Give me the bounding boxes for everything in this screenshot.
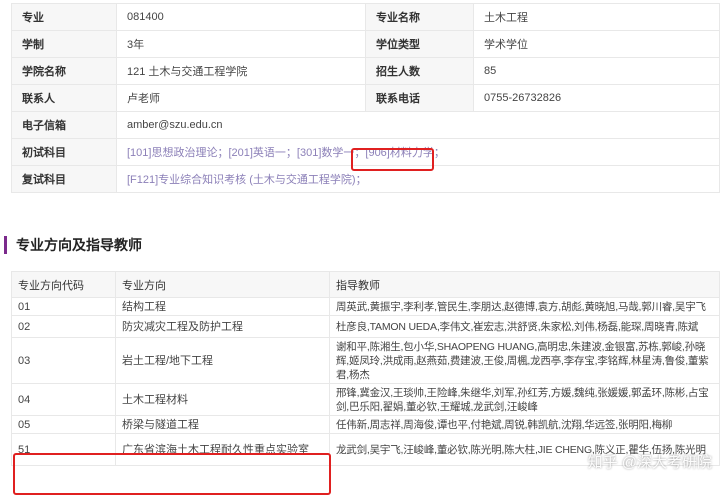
info-label: 专业名称 [365, 3, 474, 31]
direction-teachers: 邢锋,冀金汉,王琰帅,王险峰,朱继华,刘军,孙红芳,方媛,魏纯,张媛媛,郭孟环,… [329, 383, 720, 416]
info-value: 85 [473, 57, 720, 85]
direction-teachers: 任伟新,周志祥,周海俊,谭也平,付艳斌,周锐,韩凯航,沈翔,华远签,张明阳,梅柳 [329, 415, 720, 434]
table-row: 02 防灾减灾工程及防护工程 杜彦良,TAMON UEDA,李伟文,崔宏志,洪舒贤,… [11, 315, 720, 338]
retest-subjects-label: 复试科目 [11, 165, 117, 193]
direction-name: 岩土工程/地下工程 [115, 337, 330, 384]
direction-code: 05 [11, 415, 116, 434]
direction-teachers: 谢和平,陈湘生,包小华,SHAOPENG HUANG,高明忠,朱建波,金银富,苏… [329, 337, 720, 384]
info-label: 专业 [11, 3, 117, 31]
info-row: 专业 081400 专业名称 土木工程 [11, 3, 720, 31]
info-value: 121 土木与交通工程学院 [116, 57, 366, 85]
direction-name: 防灾减灾工程及防护工程 [115, 315, 330, 338]
info-row: 学制 3年 学位类型 学术学位 [11, 30, 720, 58]
direction-name: 桥梁与隧道工程 [115, 415, 330, 434]
info-row: 学院名称 121 土木与交通工程学院 招生人数 85 [11, 57, 720, 85]
section-title: 专业方向及指导教师 [4, 236, 142, 254]
info-value: 土木工程 [473, 3, 720, 31]
info-value: 学术学位 [473, 30, 720, 58]
info-row-email: 电子信箱 amber@szu.edu.cn [11, 111, 720, 139]
direction-code: 02 [11, 315, 116, 338]
header-direction: 专业方向 [115, 271, 330, 298]
info-label: 联系人 [11, 84, 117, 112]
table-row: 01 结构工程 周英武,黄振宇,李利孝,管民生,李朋达,赵德博,袁方,胡彪,黄晓旭,… [11, 297, 720, 316]
email-field-value: amber@szu.edu.cn [116, 111, 720, 139]
info-row: 联系人 卢老师 联系电话 0755-26732826 [11, 84, 720, 112]
table-row: 05 桥梁与隧道工程 任伟新,周志祥,周海俊,谭也平,付艳斌,周锐,韩凯航,沈翔,华… [11, 415, 720, 434]
direction-code: 03 [11, 337, 116, 384]
direction-teachers: 周英武,黄振宇,李利孝,管民生,李朋达,赵德博,袁方,胡彪,黄晓旭,马哉,郭川睿… [329, 297, 720, 316]
highlight-box-lab-row [13, 453, 331, 495]
info-label: 学位类型 [365, 30, 474, 58]
info-value: 0755-26732826 [473, 84, 720, 112]
exam-subjects-label: 初试科目 [11, 138, 117, 166]
info-value: 081400 [116, 3, 366, 31]
direction-code: 01 [11, 297, 116, 316]
info-label: 学院名称 [11, 57, 117, 85]
header-code: 专业方向代码 [11, 271, 116, 298]
table-row: 04 土木工程材料 邢锋,冀金汉,王琰帅,王险峰,朱继华,刘军,孙红芳,方媛,魏纯,… [11, 383, 720, 416]
highlight-box-exam-subject [351, 148, 434, 171]
email-field-label: 电子信箱 [11, 111, 117, 139]
watermark: 知乎 @深大考研院 [587, 454, 712, 471]
info-label: 联系电话 [365, 84, 474, 112]
table-header-row: 专业方向代码 专业方向 指导教师 [11, 271, 720, 298]
direction-name: 土木工程材料 [115, 383, 330, 416]
direction-teachers: 杜彦良,TAMON UEDA,李伟文,崔宏志,洪舒贤,朱家松,刘伟,杨磊,能琛,… [329, 315, 720, 338]
info-value: 3年 [116, 30, 366, 58]
info-label: 招生人数 [365, 57, 474, 85]
table-row: 03 岩土工程/地下工程 谢和平,陈湘生,包小华,SHAOPENG HUANG,高明… [11, 337, 720, 384]
direction-code: 04 [11, 383, 116, 416]
info-label: 学制 [11, 30, 117, 58]
directions-table: 专业方向代码 专业方向 指导教师 01 结构工程 周英武,黄振宇,李利孝,管民生,李… [11, 271, 720, 466]
header-teachers: 指导教师 [329, 271, 720, 298]
direction-name: 结构工程 [115, 297, 330, 316]
info-value: 卢老师 [116, 84, 366, 112]
